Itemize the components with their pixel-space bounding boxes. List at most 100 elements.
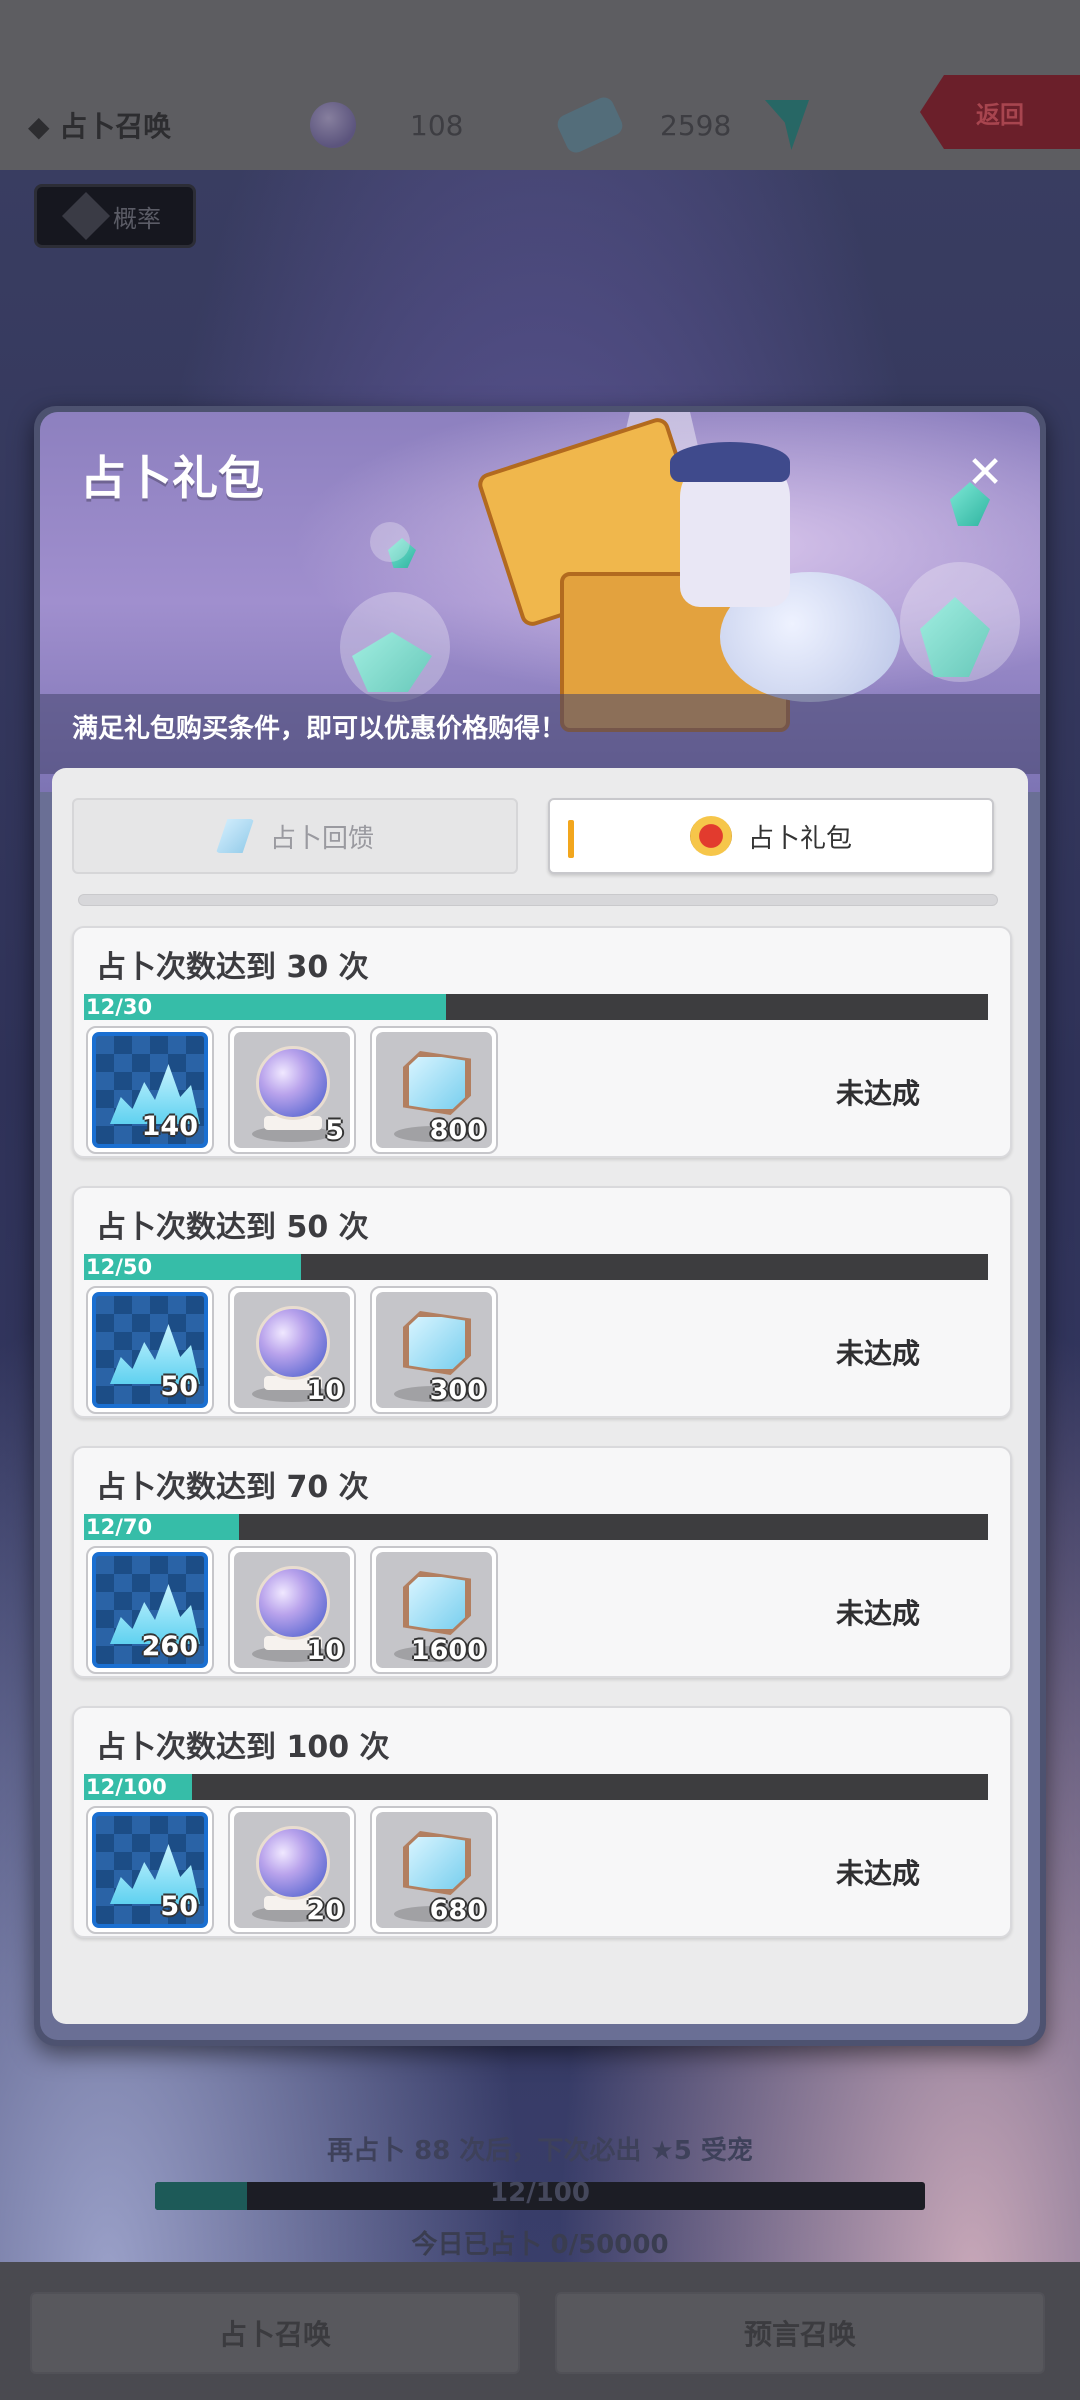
reward-count: 800: [429, 1115, 486, 1146]
modal-banner: 占卜礼包 ✕ 满足礼包购买条件，即可以优惠价格购得！: [40, 412, 1040, 792]
gem-currency-count: 2598: [660, 108, 732, 142]
reward-crystal-item[interactable]: 50: [86, 1806, 214, 1934]
reward-gem-item[interactable]: 800: [370, 1026, 498, 1154]
reward-crystal-item[interactable]: 140: [86, 1026, 214, 1154]
close-button[interactable]: ✕: [960, 448, 1010, 498]
page-title: ◆ 占卜召唤: [28, 110, 172, 143]
top-bar: ◆ 占卜召唤 108 2598 返回: [0, 0, 1080, 170]
tab-prophecy-summon-label: 预言召唤: [743, 2318, 856, 2351]
milestone-title: 占卜次数达到 70 次: [96, 1470, 369, 1505]
active-tab-indicator: [568, 820, 574, 858]
gem-icon: [215, 819, 254, 853]
tab-gift-pack-label: 占卜礼包: [747, 823, 852, 854]
close-icon: ✕: [966, 447, 1004, 498]
milestone-card: 占卜次数达到 70 次 12/70 260 10 1600 未达成: [72, 1446, 1012, 1678]
reward-count: 300: [429, 1375, 486, 1406]
milestone-progress-bar: 12/50: [84, 1254, 988, 1280]
back-button-label: 返回: [976, 100, 1024, 129]
reward-gem-item[interactable]: 1600: [370, 1546, 498, 1674]
reward-count: 5: [325, 1115, 344, 1146]
bubble-decoration: [370, 522, 410, 562]
reward-orb-item[interactable]: 5: [228, 1026, 356, 1154]
pity-hint: 再占卜 88 次后，下次必出 ★5 受宠: [327, 2136, 753, 2166]
reward-count: 680: [429, 1895, 486, 1926]
reward-bg: 260: [92, 1552, 208, 1668]
reward-gem-item[interactable]: 300: [370, 1286, 498, 1414]
milestone-progress-label: 12/30: [86, 995, 153, 1019]
bubble-decoration: [340, 592, 450, 702]
tab-divination-summon: 占卜召唤: [30, 2292, 520, 2374]
pity-progress-label: 12/100: [490, 2178, 590, 2208]
reward-bg: 680: [376, 1812, 492, 1928]
reward-orb-item[interactable]: 20: [228, 1806, 356, 1934]
reward-bg: 50: [92, 1292, 208, 1408]
tab-gift-pack[interactable]: 占卜礼包: [548, 798, 994, 874]
flag-icon: [765, 100, 809, 150]
modal-subtitle: 满足礼包购买条件，即可以优惠价格购得！: [72, 714, 567, 744]
milestone-progress-label: 12/70: [86, 1515, 153, 1539]
milestone-status: 未达成: [835, 1337, 920, 1370]
milestone-progress-label: 12/100: [86, 1775, 167, 1799]
milestone-progress-bar: 12/70: [84, 1514, 988, 1540]
milestone-status: 未达成: [835, 1077, 920, 1110]
probability-button: 概率: [34, 184, 196, 248]
back-button: 返回: [920, 75, 1080, 149]
milestone-card: 占卜次数达到 100 次 12/100 50 20 680 未达成: [72, 1706, 1012, 1938]
milestone-status: 未达成: [835, 1857, 920, 1890]
reward-count: 260: [141, 1631, 198, 1662]
reward-bg: 1600: [376, 1552, 492, 1668]
reward-count: 50: [160, 1371, 198, 1402]
gift-bag-icon: [689, 816, 732, 856]
milestone-card: 占卜次数达到 30 次 12/30 140 5 800 未达成: [72, 926, 1012, 1158]
reward-count: 50: [160, 1891, 198, 1922]
milestone-progress-label: 12/50: [86, 1255, 153, 1279]
tab-divination-summon-label: 占卜召唤: [218, 2318, 331, 2351]
reward-bg: 50: [92, 1812, 208, 1928]
crystal-ball-icon: [256, 1826, 330, 1900]
reward-count: 20: [306, 1895, 344, 1926]
crystal-ball-icon: [256, 1566, 330, 1640]
modal-body: 占卜礼包 ✕ 满足礼包购买条件，即可以优惠价格购得！ 占卜回馈 占卜礼包 占卜次…: [40, 412, 1040, 2040]
tab-prophecy-summon: 预言召唤: [555, 2292, 1045, 2374]
reward-bg: 300: [376, 1292, 492, 1408]
reward-crystal-item[interactable]: 260: [86, 1546, 214, 1674]
gem-currency-icon: [554, 94, 626, 156]
modal-content: 占卜回馈 占卜礼包 占卜次数达到 30 次 12/30 140 5 800 未达…: [52, 768, 1028, 2024]
tab-feedback[interactable]: 占卜回馈: [72, 798, 518, 874]
orb-currency-count: 108: [410, 108, 464, 142]
reward-count: 1600: [410, 1635, 486, 1666]
reward-bg: 10: [234, 1292, 350, 1408]
orb-currency-icon: [310, 102, 356, 148]
reward-bg: 5: [234, 1032, 350, 1148]
reward-bg: 800: [376, 1032, 492, 1148]
reward-orb-item[interactable]: 10: [228, 1546, 356, 1674]
reward-count: 140: [141, 1111, 198, 1142]
scrollbar[interactable]: [78, 894, 998, 906]
reward-count: 10: [306, 1635, 344, 1666]
reward-bg: 20: [234, 1812, 350, 1928]
milestone-card: 占卜次数达到 50 次 12/50 50 10 300 未达成: [72, 1186, 1012, 1418]
reward-orb-item[interactable]: 10: [228, 1286, 356, 1414]
pirate-hat: [670, 442, 790, 482]
milestone-progress-bar: 12/30: [84, 994, 988, 1020]
reward-bg: 10: [234, 1552, 350, 1668]
reward-crystal-item[interactable]: 50: [86, 1286, 214, 1414]
bottom-tabs: 占卜召唤 预言召唤: [0, 2262, 1080, 2400]
crystal-ball-icon: [256, 1306, 330, 1380]
crystal-ball-icon: [256, 1046, 330, 1120]
milestone-title: 占卜次数达到 100 次: [96, 1730, 390, 1765]
modal-tabs: 占卜回馈 占卜礼包: [72, 798, 1012, 878]
today-count: 今日已占卜 0/50000: [411, 2230, 669, 2260]
milestone-status: 未达成: [835, 1597, 920, 1630]
milestone-title: 占卜次数达到 30 次: [96, 950, 369, 985]
reward-count: 10: [306, 1375, 344, 1406]
bubble-decoration: [900, 562, 1020, 682]
reward-gem-item[interactable]: 680: [370, 1806, 498, 1934]
milestone-progress-bar: 12/100: [84, 1774, 988, 1800]
milestone-title: 占卜次数达到 50 次: [96, 1210, 369, 1245]
reward-bg: 140: [92, 1032, 208, 1148]
tab-feedback-label: 占卜回馈: [269, 823, 374, 854]
modal-title: 占卜礼包: [80, 451, 264, 505]
gift-pack-modal: 占卜礼包 ✕ 满足礼包购买条件，即可以优惠价格购得！ 占卜回馈 占卜礼包 占卜次…: [34, 406, 1046, 2046]
probability-label: 概率: [113, 204, 161, 233]
